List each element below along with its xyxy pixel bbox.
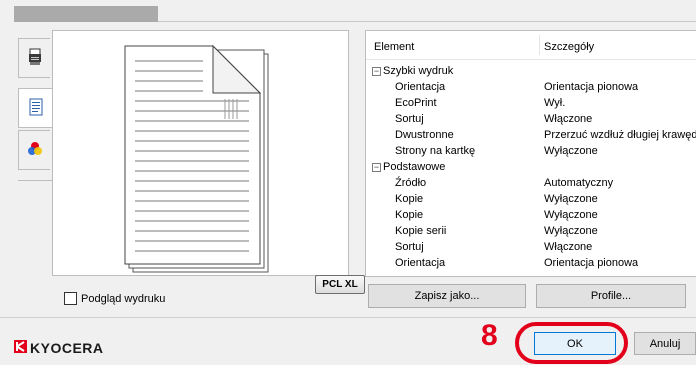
kyocera-mark-icon bbox=[14, 340, 27, 356]
kyocera-logo: KYOCERA bbox=[14, 340, 104, 356]
setting-value: Wyłączone bbox=[544, 145, 598, 157]
top-tab[interactable] bbox=[14, 6, 158, 22]
sidebar-bottom-edge bbox=[18, 174, 52, 181]
save-as-button[interactable]: Zapisz jako... bbox=[368, 284, 526, 308]
setting-value: Wyłączone bbox=[544, 225, 598, 237]
document-preview-illustration bbox=[124, 44, 269, 273]
setting-name: Orientacja bbox=[395, 257, 446, 269]
setting-value: Wył. bbox=[544, 97, 566, 109]
setting-value: Włączone bbox=[544, 113, 593, 125]
collapse-icon[interactable]: − bbox=[372, 163, 381, 172]
setting-value: Orientacja pionowa bbox=[544, 81, 639, 93]
setting-value: Przerzuć wzdłuż długiej krawędzi bbox=[544, 129, 696, 141]
tree-row[interactable]: Kopie Wyłączone bbox=[366, 192, 696, 206]
setting-value: Orientacja pionowa bbox=[544, 257, 639, 269]
checkbox-label: Podgląd wydruku bbox=[81, 292, 166, 305]
setting-name: Kopie serii bbox=[395, 225, 447, 237]
tree-group-row[interactable]: − Szybki wydruk bbox=[366, 64, 696, 78]
footer-divider bbox=[0, 317, 696, 318]
setting-value: Wyłączone bbox=[544, 193, 598, 205]
setting-name: Kopie bbox=[395, 193, 424, 205]
ok-button[interactable]: OK bbox=[534, 332, 616, 355]
step-number: 8 bbox=[481, 319, 498, 352]
setting-name: Dwustronne bbox=[395, 129, 454, 141]
tree-row[interactable]: EcoPrint Wył. bbox=[366, 96, 696, 110]
setting-name: Sortuj bbox=[395, 113, 424, 125]
profile-button[interactable]: Profile... bbox=[536, 284, 686, 308]
printer-icon bbox=[28, 48, 42, 69]
setting-name: Strony na kartkę bbox=[395, 145, 476, 157]
column-header-details[interactable]: Szczegóły bbox=[544, 41, 594, 53]
tree-row[interactable]: Źródło Automatyczny bbox=[366, 176, 696, 190]
tree-row[interactable]: Sortuj Włączone bbox=[366, 240, 696, 254]
setting-value: Włączone bbox=[544, 241, 593, 253]
column-separator bbox=[539, 35, 540, 55]
tree-row[interactable]: Orientacja Orientacja pionowa bbox=[366, 256, 696, 270]
tree-row[interactable]: Orientacja Orientacja pionowa bbox=[366, 80, 696, 94]
group-title: Szybki wydruk bbox=[383, 65, 454, 77]
cancel-button[interactable]: Anuluj bbox=[634, 332, 696, 355]
setting-name: Orientacja bbox=[395, 81, 446, 93]
sidebar-tab-printer[interactable] bbox=[18, 38, 50, 78]
group-title: Podstawowe bbox=[383, 161, 446, 173]
sidebar-tab-color[interactable] bbox=[18, 130, 50, 170]
brand-name: KYOCERA bbox=[30, 340, 104, 356]
collapse-icon[interactable]: − bbox=[372, 67, 381, 76]
tree-row[interactable]: Strony na kartkę Wyłączone bbox=[366, 144, 696, 158]
document-icon bbox=[29, 98, 43, 119]
setting-name: EcoPrint bbox=[395, 97, 437, 109]
column-header-element[interactable]: Element bbox=[374, 41, 414, 53]
tree-header: Element Szczegóły bbox=[366, 31, 696, 60]
pcl-xl-badge: PCL XL bbox=[315, 275, 365, 294]
setting-name: Sortuj bbox=[395, 241, 424, 253]
color-icon bbox=[27, 141, 43, 160]
sidebar-tab-document[interactable] bbox=[18, 88, 52, 128]
tree-row[interactable]: Kopie Wyłączone bbox=[366, 208, 696, 222]
tree-row[interactable]: Dwustronne Przerzuć wzdłuż długiej krawę… bbox=[366, 128, 696, 142]
tree-group-row[interactable]: − Podstawowe bbox=[366, 160, 696, 174]
setting-name: Kopie bbox=[395, 209, 424, 221]
setting-name: Źródło bbox=[395, 177, 427, 189]
settings-tree[interactable]: Element Szczegóły − Szybki wydruk Orient… bbox=[365, 30, 696, 277]
tree-row[interactable]: Sortuj Włączone bbox=[366, 112, 696, 126]
print-preview-panel: PCL XL bbox=[52, 30, 365, 294]
checkbox-box[interactable] bbox=[64, 292, 77, 305]
tree-row[interactable]: Kopie serii Wyłączone bbox=[366, 224, 696, 238]
print-preview-checkbox[interactable]: Podgląd wydruku bbox=[64, 292, 165, 305]
top-divider bbox=[158, 21, 696, 22]
setting-value: Wyłączone bbox=[544, 209, 598, 221]
setting-value: Automatyczny bbox=[544, 177, 614, 189]
